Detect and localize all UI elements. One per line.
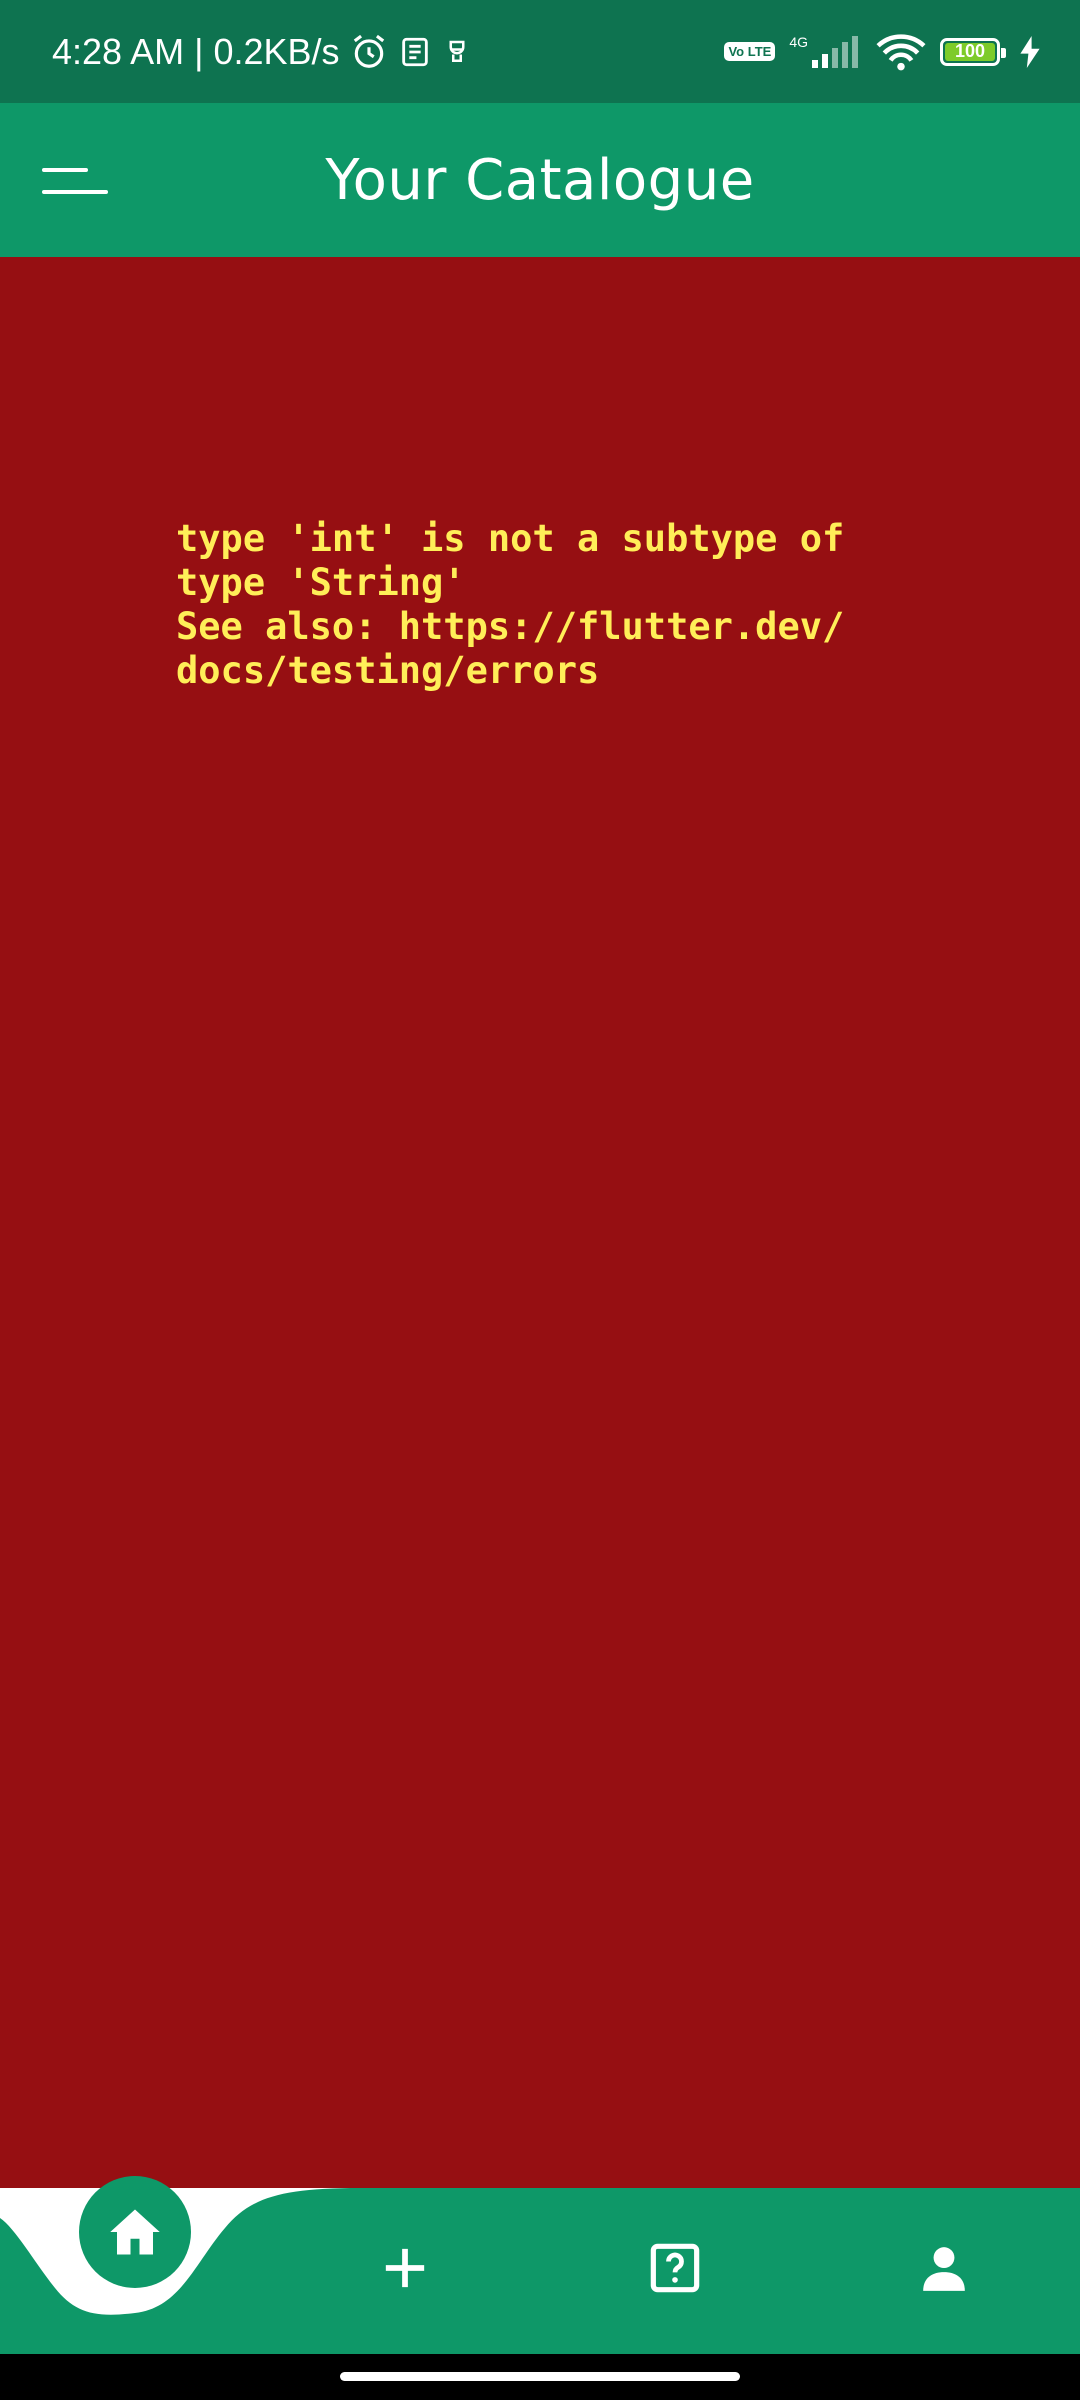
gesture-bar [0, 2354, 1080, 2400]
nav-profile-button[interactable] [904, 2228, 984, 2308]
profile-icon [923, 2247, 965, 2291]
alarm-icon [350, 33, 388, 71]
bottom-navigation [0, 2176, 1080, 2354]
error-screen: type 'int' is not a subtype of type 'Str… [0, 257, 1080, 2190]
home-indicator[interactable] [340, 2372, 740, 2381]
nav-help-button[interactable] [635, 2228, 715, 2308]
help-icon [650, 2243, 700, 2293]
lamp-icon [442, 35, 472, 69]
home-icon [110, 2209, 160, 2255]
volte-icon: Vo LTE [724, 42, 776, 61]
battery-level: 100 [954, 41, 986, 61]
wifi-icon [876, 33, 926, 71]
page-title: Your Catalogue [325, 147, 755, 213]
plus-icon [385, 2248, 425, 2288]
status-left: 4:28 AM | 0.2KB/s [52, 0, 472, 103]
signal-icon: 4G [789, 34, 862, 70]
app-bar: Your Catalogue [0, 103, 1080, 257]
error-message: type 'int' is not a subtype of type 'Str… [176, 517, 845, 692]
news-icon [398, 35, 432, 69]
network-label: 4G [789, 33, 808, 50]
battery-icon: 100 [940, 37, 1006, 66]
status-bar: 4:28 AM | 0.2KB/s Vo LTE 4G 100 [0, 0, 1080, 103]
status-right: Vo LTE 4G 100 [724, 0, 1040, 103]
nav-add-button[interactable] [365, 2228, 445, 2308]
nav-home-button[interactable] [79, 2176, 191, 2288]
charging-icon [1020, 35, 1040, 68]
status-time-speed: 4:28 AM | 0.2KB/s [52, 30, 340, 72]
